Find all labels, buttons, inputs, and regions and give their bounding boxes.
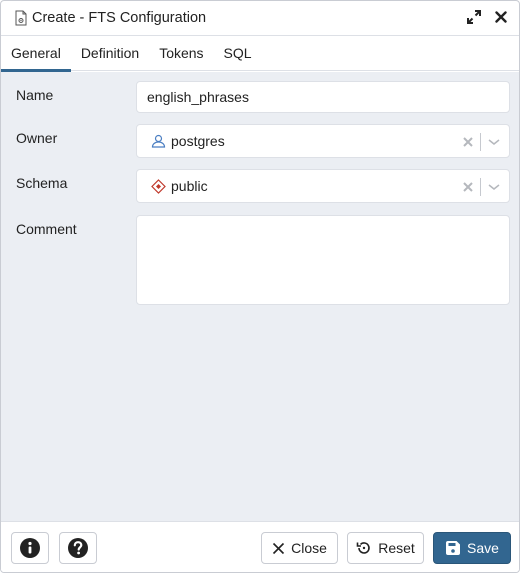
chevron-down-icon[interactable] bbox=[487, 182, 501, 192]
clear-schema-icon[interactable] bbox=[462, 181, 474, 193]
info-icon bbox=[20, 538, 40, 558]
general-panel: Name english_phrases Owner postgres Sche… bbox=[1, 72, 519, 521]
tab-general[interactable]: General bbox=[1, 36, 71, 72]
close-icon[interactable] bbox=[495, 11, 507, 23]
close-x-icon bbox=[273, 542, 285, 554]
dialog-title: Create - FTS Configuration bbox=[32, 10, 207, 26]
dialog-titlebar[interactable]: Create - FTS Configuration bbox=[1, 1, 519, 36]
create-fts-configuration-dialog: Create - FTS Configuration General Defin… bbox=[0, 0, 520, 573]
help-button[interactable] bbox=[59, 532, 97, 564]
close-button-label: Close bbox=[291, 540, 327, 556]
tab-definition[interactable]: Definition bbox=[71, 36, 149, 71]
save-button[interactable]: Save bbox=[433, 532, 511, 564]
tab-bar: General Definition Tokens SQL bbox=[1, 36, 519, 72]
schema-value: public bbox=[171, 178, 208, 194]
close-button[interactable]: Close bbox=[261, 532, 338, 564]
name-value: english_phrases bbox=[147, 89, 249, 105]
chevron-down-icon[interactable] bbox=[487, 137, 501, 147]
divider bbox=[480, 133, 481, 151]
name-input[interactable]: english_phrases bbox=[136, 81, 510, 113]
reset-icon bbox=[356, 542, 370, 554]
save-button-label: Save bbox=[467, 540, 499, 556]
comment-textarea[interactable] bbox=[136, 215, 510, 305]
comment-label: Comment bbox=[16, 221, 77, 237]
owner-value: postgres bbox=[171, 133, 225, 149]
dialog-footer: Close Reset Save bbox=[1, 521, 519, 572]
tab-tokens[interactable]: Tokens bbox=[149, 36, 213, 71]
schema-select[interactable]: public bbox=[136, 169, 510, 203]
clear-owner-icon[interactable] bbox=[462, 136, 474, 148]
save-icon bbox=[446, 541, 461, 555]
tab-sql[interactable]: SQL bbox=[214, 36, 262, 71]
reset-button[interactable]: Reset bbox=[347, 532, 424, 564]
maximize-icon[interactable] bbox=[467, 10, 481, 24]
name-label: Name bbox=[16, 87, 54, 103]
owner-label: Owner bbox=[16, 130, 58, 146]
owner-select[interactable]: postgres bbox=[136, 124, 510, 158]
info-button[interactable] bbox=[11, 532, 49, 564]
fts-configuration-icon bbox=[15, 10, 27, 26]
schema-icon bbox=[151, 178, 166, 194]
reset-button-label: Reset bbox=[378, 540, 415, 556]
divider bbox=[480, 178, 481, 196]
help-icon bbox=[68, 538, 88, 558]
schema-label: Schema bbox=[16, 175, 68, 191]
user-icon bbox=[151, 134, 166, 148]
